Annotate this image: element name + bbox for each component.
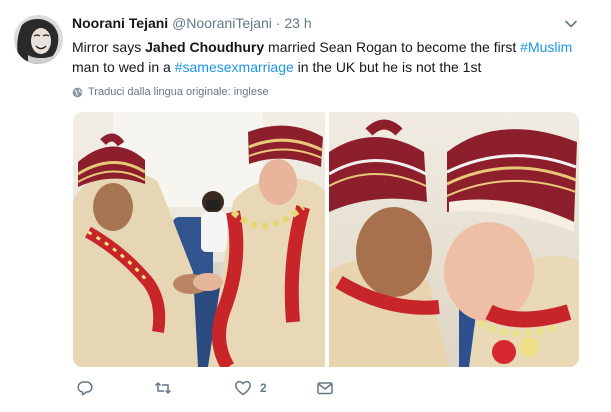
- reply-button[interactable]: [76, 378, 102, 398]
- envelope-icon: [317, 382, 333, 395]
- wedding-photo-left[interactable]: [73, 112, 325, 367]
- retweet-icon: [154, 381, 172, 395]
- author-name[interactable]: Noorani Tejani: [72, 15, 168, 31]
- direct-message-button[interactable]: [316, 378, 334, 398]
- tweet-card[interactable]: Noorani Tejani @NooraniTejani · 23 h Mir…: [0, 0, 611, 412]
- text-segment: Mirror says: [72, 39, 146, 55]
- media-grid: [73, 112, 579, 367]
- like-button[interactable]: 2: [234, 378, 267, 398]
- chevron-down-icon[interactable]: [564, 17, 578, 31]
- reply-icon: [77, 381, 93, 396]
- translate-link[interactable]: Traduci dalla lingua originale: inglese: [72, 86, 269, 98]
- separator-dot: ·: [275, 15, 281, 31]
- text-segment: married Sean Rogan to become the first: [264, 39, 521, 55]
- hashtag-muslim-link[interactable]: #Muslim: [520, 39, 572, 55]
- translate-label: Traduci dalla lingua originale: inglese: [88, 86, 269, 98]
- tweet-header: Noorani Tejani @NooraniTejani · 23 h: [72, 15, 312, 31]
- globe-icon: [72, 87, 83, 97]
- text-segment: man to wed in a: [72, 59, 175, 75]
- tweet-actions: 2: [76, 378, 376, 398]
- avatar[interactable]: [14, 15, 63, 64]
- author-handle[interactable]: @NooraniTejani: [172, 15, 272, 31]
- timestamp[interactable]: 23 h: [284, 15, 311, 31]
- heart-icon: [235, 380, 251, 396]
- like-count: 2: [260, 381, 267, 395]
- tweet-text: Mirror says Jahed Choudhury married Sean…: [72, 37, 592, 77]
- hashtag-samesexmarriage-link[interactable]: #samesexmarriage: [175, 59, 294, 75]
- text-segment: in the UK but he is not the 1st: [293, 59, 482, 75]
- wedding-photo-right[interactable]: [328, 112, 579, 367]
- retweet-button[interactable]: [154, 378, 180, 398]
- text-bold-name: Jahed Choudhury: [145, 39, 265, 55]
